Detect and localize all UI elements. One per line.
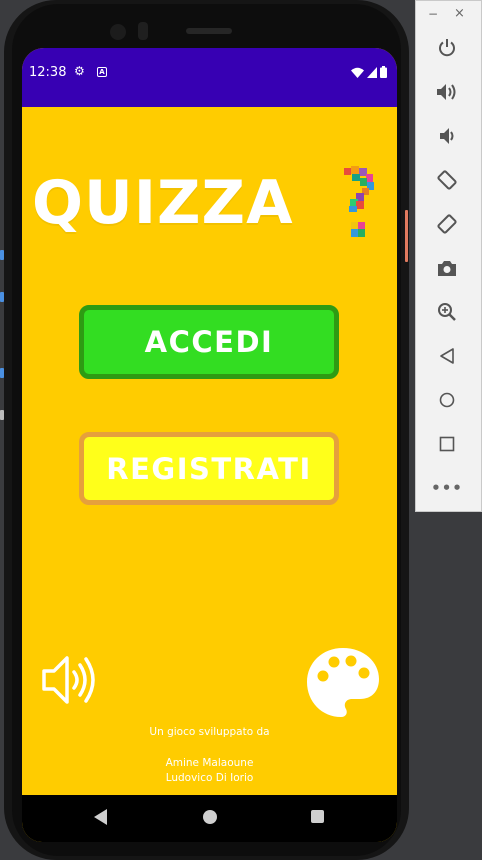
device-screen: 12:38 ⚙ A QUIZZA ACCEDI REGISTRATI Un gi…	[22, 48, 397, 842]
proximity-sensor	[138, 22, 148, 40]
credits-intro: Un gioco sviluppato da	[149, 726, 270, 738]
status-time: 12:38	[29, 65, 67, 80]
front-camera	[110, 24, 126, 40]
app-title: QUIZZA	[32, 168, 294, 238]
volume-rocker-accent	[405, 210, 408, 262]
phone-frame: 12:38 ⚙ A QUIZZA ACCEDI REGISTRATI Un gi…	[4, 0, 409, 860]
camera-icon[interactable]	[434, 255, 460, 281]
signal-icon	[367, 66, 377, 78]
battery-icon	[380, 66, 387, 78]
volume-up-icon[interactable]	[434, 79, 460, 105]
sound-icon[interactable]	[40, 652, 96, 708]
navigation-bar	[22, 795, 397, 842]
earpiece-speaker	[186, 28, 232, 34]
credits-author-1: Amine Malaoune	[165, 757, 254, 769]
status-bar: 12:38 ⚙ A	[22, 48, 397, 107]
credits-author-2: Ludovico Di Iorio	[165, 772, 254, 784]
rotate-right-icon[interactable]	[434, 211, 460, 237]
more-icon[interactable]: •••	[431, 475, 462, 501]
close-button[interactable]: ×	[454, 6, 465, 21]
nav-home-icon[interactable]	[203, 810, 217, 824]
accedi-button[interactable]: ACCEDI	[79, 305, 339, 379]
toolbar-window-controls: − ×	[416, 6, 482, 23]
zoom-icon[interactable]	[434, 299, 460, 325]
nav-recents-icon[interactable]	[311, 810, 324, 823]
a-badge-icon: A	[97, 67, 107, 77]
rotate-left-icon[interactable]	[434, 167, 460, 193]
overview-icon[interactable]	[434, 431, 460, 457]
home-icon[interactable]	[434, 387, 460, 413]
emulator-toolbar: − × •••	[415, 0, 482, 512]
volume-down-icon[interactable]	[434, 123, 460, 149]
emulator-stage: 12:38 ⚙ A QUIZZA ACCEDI REGISTRATI Un gi…	[0, 0, 482, 860]
settings-icon: ⚙	[74, 64, 85, 78]
back-icon[interactable]	[434, 343, 460, 369]
minimize-button[interactable]: −	[428, 7, 438, 21]
nav-back-icon[interactable]	[94, 809, 108, 825]
wifi-icon	[351, 67, 364, 78]
palette-icon[interactable]	[306, 646, 380, 718]
question-mark-logo	[344, 166, 374, 237]
power-icon[interactable]	[434, 35, 460, 61]
status-indicators	[351, 66, 387, 78]
registrati-button[interactable]: REGISTRATI	[79, 432, 339, 505]
